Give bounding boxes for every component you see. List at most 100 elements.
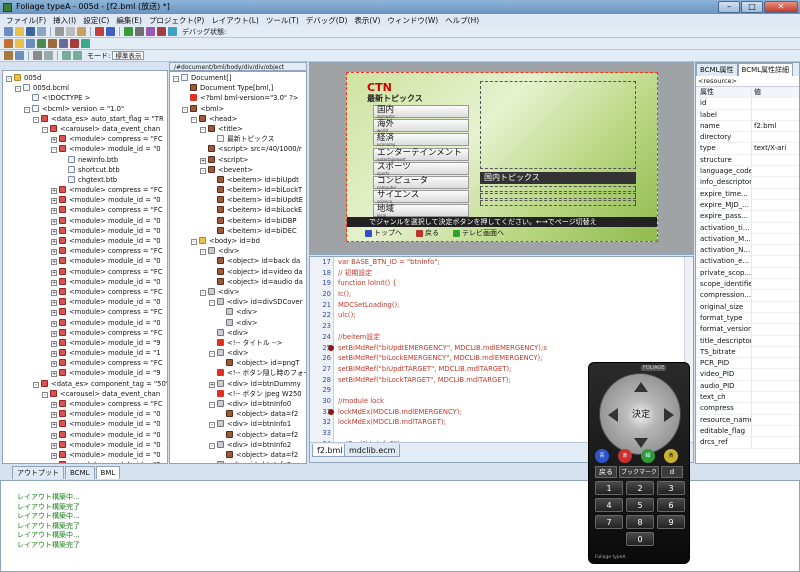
collapse-icon[interactable]: -	[209, 402, 215, 408]
property-row[interactable]: compress	[696, 403, 799, 415]
menu-item[interactable]: ファイル(F)	[4, 15, 48, 26]
collapse-icon[interactable]: -	[191, 239, 197, 245]
tree-node[interactable]: + <module> module_id = "0	[6, 419, 167, 429]
property-value[interactable]	[752, 415, 799, 425]
tree-node[interactable]: - <data_es> component_tag = "50"	[6, 379, 167, 389]
property-row[interactable]: original_size	[696, 301, 799, 313]
tree-node[interactable]: + <module> module_id = "9	[6, 368, 167, 378]
property-row[interactable]: info_descriptor	[696, 177, 799, 189]
expand-icon[interactable]: +	[51, 228, 57, 235]
property-row[interactable]: format_version	[696, 324, 799, 336]
property-row[interactable]: language_code	[696, 166, 799, 178]
tree-node[interactable]: + <module> module_id = "0	[6, 318, 167, 328]
tree-node[interactable]: + <module> compress = "FC	[6, 287, 167, 297]
down-arrow-icon[interactable]	[634, 438, 648, 448]
property-row[interactable]: activation_e...	[696, 256, 799, 268]
tree-node[interactable]: <div>	[173, 318, 306, 328]
property-value[interactable]	[752, 211, 799, 221]
menu-item[interactable]: 設定(C)	[81, 15, 111, 26]
menu-item[interactable]: デバッグ(D)	[304, 15, 350, 26]
property-row[interactable]: scope_identifier	[696, 279, 799, 291]
left-arrow-icon[interactable]	[608, 408, 618, 422]
expand-icon[interactable]: +	[51, 188, 57, 195]
tree-node[interactable]: + <module> module_id = "0	[6, 195, 167, 205]
tree-node[interactable]: + <module> compress = "FC	[6, 358, 167, 368]
save-icon[interactable]	[26, 27, 35, 36]
tree-node[interactable]: <!-- ボタン隠し時のフォー	[173, 368, 306, 378]
run-icon[interactable]	[157, 27, 166, 36]
tree-node[interactable]: <?bml bml-version="3.0" ?>	[173, 93, 306, 103]
expand-icon[interactable]: +	[51, 137, 57, 144]
tree-node[interactable]: <beitem> id=biLockT	[173, 185, 306, 195]
tree-node[interactable]: + <module> compress = "FC	[6, 246, 167, 256]
tree-node[interactable]: + <module> module_id = "1	[6, 348, 167, 358]
property-value[interactable]	[752, 347, 799, 357]
code-line[interactable]: setBiMdRef("biUpdtEMERGENCY", MDCLIB.mdl…	[328, 343, 678, 354]
menu-item[interactable]: レイアウト(L)	[209, 15, 261, 26]
save-all-icon[interactable]	[37, 27, 46, 36]
number-button-7[interactable]: 7	[595, 515, 623, 529]
property-value[interactable]	[752, 189, 799, 199]
tree-node[interactable]: - <div>	[173, 348, 306, 358]
blue-button[interactable]: 青	[595, 449, 609, 463]
right-arrow-icon[interactable]	[664, 408, 674, 422]
play-icon[interactable]	[81, 39, 90, 48]
green-button[interactable]: 緑	[641, 449, 655, 463]
number-button-1[interactable]: 1	[595, 481, 623, 495]
property-value[interactable]	[752, 155, 799, 165]
tree-node[interactable]: + <module> module_id = "0	[6, 256, 167, 266]
tree-node[interactable]: - 005d.bcml	[6, 83, 167, 93]
tree-node[interactable]: - <carousel> data_event_chan	[6, 124, 167, 134]
property-row[interactable]: expire_MJD_...	[696, 199, 799, 212]
code-line[interactable]: ulc();	[338, 310, 678, 321]
grid-icon[interactable]	[135, 27, 144, 36]
property-value[interactable]	[752, 403, 799, 413]
collapse-icon[interactable]: -	[200, 126, 206, 133]
category-button[interactable]: コンピュータ computer	[373, 176, 469, 190]
property-value[interactable]	[752, 268, 799, 278]
category-button[interactable]: 地域 local	[373, 204, 469, 218]
menu-item[interactable]: ヘルプ(H)	[443, 15, 481, 26]
expand-icon[interactable]: +	[51, 442, 57, 449]
debug-icon[interactable]	[168, 27, 177, 36]
property-value[interactable]	[752, 437, 799, 447]
new-file-icon[interactable]	[4, 27, 13, 36]
tree-node[interactable]: + <div> id=btnDummy	[173, 379, 306, 389]
tree-node[interactable]: <object> id=pngT	[173, 358, 306, 368]
property-value[interactable]: f2.bml	[752, 121, 799, 131]
tag-icon[interactable]	[48, 39, 57, 48]
tree-node[interactable]: + <module> compress = "FC	[6, 399, 167, 409]
property-value[interactable]	[752, 358, 799, 368]
tree-node[interactable]: newinfo.btb	[6, 155, 167, 165]
tree-node[interactable]: <object> id=video da	[173, 267, 306, 277]
property-value[interactable]	[752, 381, 799, 391]
number-button-2[interactable]: 2	[626, 481, 654, 495]
property-value[interactable]	[752, 336, 799, 346]
expand-icon[interactable]: +	[51, 330, 57, 337]
tree-node[interactable]: - <carousel> data_event_chan	[6, 389, 167, 399]
collapse-icon[interactable]: -	[200, 289, 206, 296]
tab-bcml[interactable]: BCML	[65, 466, 95, 479]
property-value[interactable]	[752, 392, 799, 402]
tree-node[interactable]: - Document[]	[173, 73, 306, 83]
tree-node[interactable]: - <div> id=btnInfo3	[173, 460, 306, 463]
expand-icon[interactable]: +	[51, 432, 57, 439]
property-value[interactable]	[752, 110, 799, 120]
tree-node[interactable]: + <module> module_id = "0	[6, 409, 167, 419]
property-value[interactable]	[752, 302, 799, 312]
tree-node[interactable]: <div>	[173, 307, 306, 317]
property-value[interactable]	[752, 256, 799, 266]
property-value[interactable]	[752, 98, 799, 108]
category-button[interactable]: エンターテインメント entertainment	[373, 147, 469, 161]
tree-node[interactable]: + <module> compress = "FC	[6, 134, 167, 144]
property-value[interactable]	[752, 177, 799, 187]
property-row[interactable]: type text/X-ari	[696, 143, 799, 155]
window-icon[interactable]	[146, 27, 155, 36]
expand-icon[interactable]: +	[51, 452, 57, 459]
tab-bcml-attributes[interactable]: BCML属性	[696, 63, 738, 76]
property-row[interactable]: activation_N...	[696, 245, 799, 257]
category-button[interactable]: 国内 domestic	[373, 105, 469, 119]
property-row[interactable]: audio_PID	[696, 380, 799, 393]
property-row[interactable]: expire_time...	[696, 188, 799, 200]
tree-node[interactable]: <object> data=f2	[173, 430, 306, 440]
